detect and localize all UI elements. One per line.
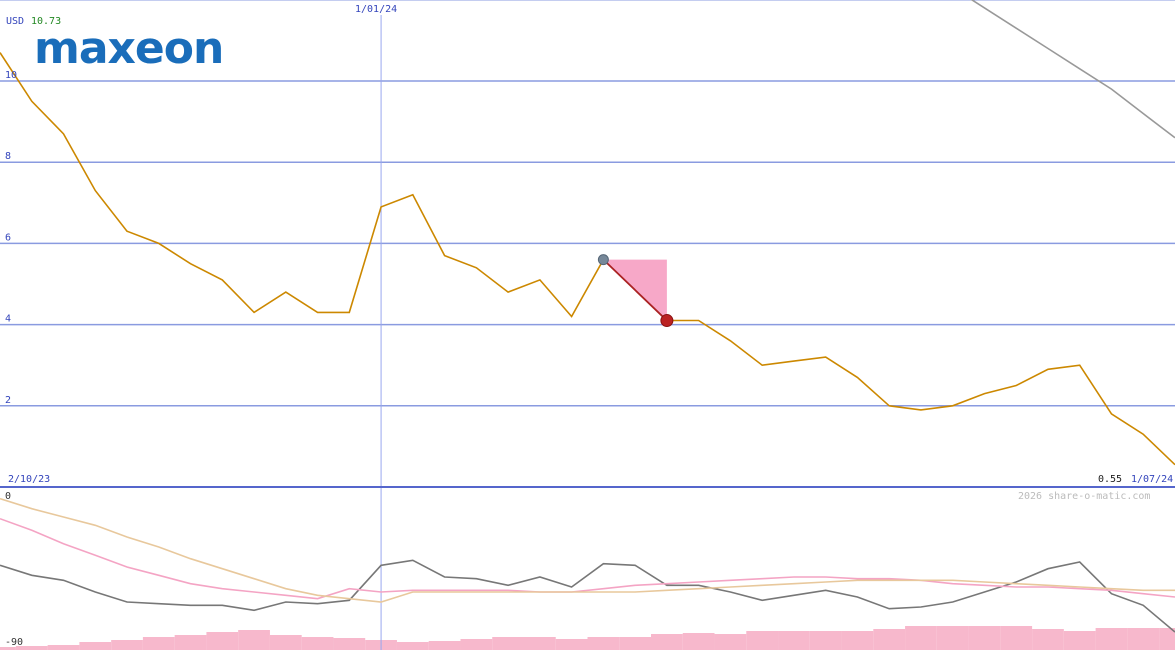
indicator-line-1	[0, 559, 1175, 633]
volume-bar	[1127, 628, 1160, 650]
x-start-date-label: 2/10/23	[8, 474, 50, 485]
volume-bar	[460, 639, 493, 650]
trade-marker	[597, 254, 674, 328]
y-tick-label: 6	[5, 232, 11, 243]
volume-bar	[206, 632, 239, 650]
watermark: 2026 share-o-matic.com	[1018, 491, 1150, 502]
y-tick-label: 8	[5, 151, 11, 162]
trade-start-point	[597, 254, 609, 266]
company-logo: maxeon	[34, 23, 223, 74]
volume-bar	[714, 634, 747, 650]
indicator-line-2	[0, 517, 1175, 600]
volume-bar	[238, 630, 270, 650]
volume-bar	[301, 637, 334, 650]
volume-bar	[333, 638, 366, 650]
volume-bar	[1159, 628, 1175, 650]
volume-bar	[905, 626, 937, 650]
volume-bar	[142, 637, 175, 650]
volume-bar	[555, 639, 588, 650]
y-tick-label: 10	[5, 70, 17, 81]
end-value-label: 0.55	[1098, 474, 1122, 485]
volume-bar	[111, 640, 143, 650]
x-mid-date-label: 1/01/24	[355, 4, 397, 15]
volume-bar	[1000, 626, 1033, 650]
volume-bar	[619, 637, 652, 650]
volume-bar	[492, 637, 524, 650]
volume-bar	[809, 631, 842, 650]
volume-bar	[396, 642, 429, 650]
volume-bar	[746, 631, 779, 650]
volume-bar	[651, 634, 683, 650]
volume-bar	[778, 631, 810, 650]
volume-bar	[682, 633, 715, 650]
chart-canvas: 222018161412108642 USD 10.73 1/01/24 2/1…	[0, 0, 1175, 650]
indicator-top-label: 0	[5, 491, 11, 502]
price-line	[0, 52, 1175, 466]
y-tick-label: 4	[5, 314, 11, 325]
volume-bar	[587, 637, 620, 650]
x-end-date-label: 1/07/24	[1131, 474, 1173, 485]
volume-bars	[0, 626, 1175, 650]
volume-bar	[841, 631, 874, 650]
volume-bar	[523, 637, 556, 650]
volume-bar	[873, 629, 906, 650]
y-tick-label: 2	[5, 395, 11, 406]
volume-bar	[428, 641, 461, 650]
volume-bar	[968, 626, 1001, 650]
volume-bar	[269, 635, 302, 650]
indicator-lines	[0, 497, 1175, 633]
volume-bar	[79, 642, 112, 650]
volume-bar	[47, 645, 80, 650]
volume-bar	[174, 635, 207, 650]
stock-chart: 222018161412108642 USD 10.73 1/01/24 2/1…	[0, 0, 1175, 650]
volume-bar	[1095, 628, 1128, 650]
y-axis-labels: 222018161412108642	[5, 70, 17, 406]
volume-bar	[1032, 629, 1064, 650]
trade-end-point	[660, 314, 674, 328]
currency-label: USD	[6, 16, 24, 27]
volume-bar	[1063, 631, 1096, 650]
indicator-bottom-label: -90	[5, 637, 23, 648]
volume-bar	[936, 626, 969, 650]
